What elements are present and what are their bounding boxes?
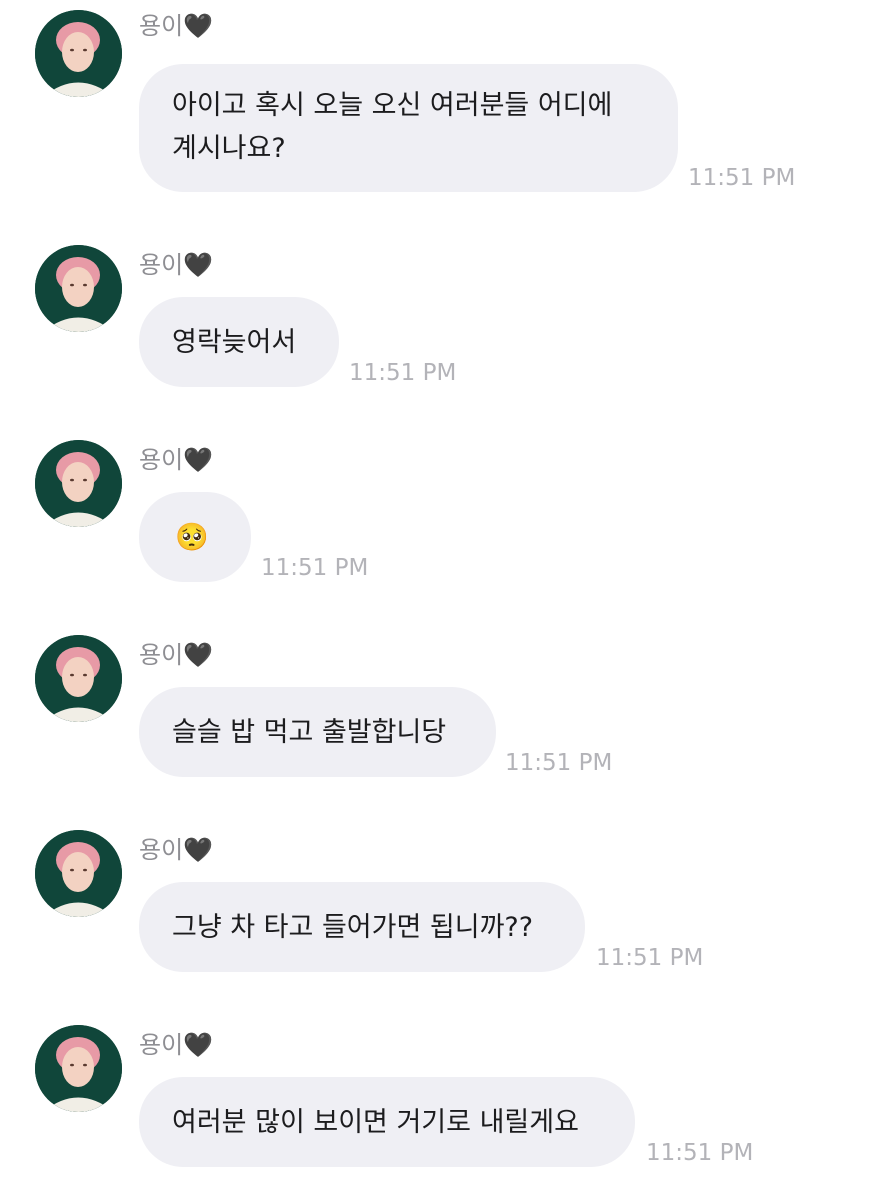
message-timestamp: 11:51 PM bbox=[688, 165, 796, 191]
avatar[interactable] bbox=[35, 440, 122, 527]
message-item: 용이🖤 영락늦어서 11:51 PM bbox=[0, 245, 871, 395]
sender-label: 용이🖤 bbox=[139, 836, 214, 864]
sender-name: 용이🖤 bbox=[139, 834, 213, 866]
sender-name: 용이🖤 bbox=[139, 1029, 213, 1061]
message-bubble[interactable]: 여러분 많이 보이면 거기로 내릴게요 bbox=[139, 1077, 635, 1167]
avatar[interactable] bbox=[35, 10, 122, 97]
message-timestamp: 11:51 PM bbox=[505, 750, 613, 776]
message-item: 용이🖤 🥺 11:51 PM bbox=[0, 440, 871, 590]
sender-label: 용이🖤 bbox=[139, 251, 214, 279]
message-item: 용이🖤 아이고 혹시 오늘 오신 여러분들 어디에 계시나요? 11:51 PM bbox=[0, 10, 871, 210]
message-bubble[interactable]: 영락늦어서 bbox=[139, 297, 339, 387]
avatar[interactable] bbox=[35, 830, 122, 917]
avatar[interactable] bbox=[35, 245, 122, 332]
sender-name: 용이🖤 bbox=[139, 444, 213, 476]
message-item: 용이🖤 여러분 많이 보이면 거기로 내릴게요 11:51 PM bbox=[0, 1025, 871, 1175]
sender-label: 용이🖤 bbox=[139, 446, 214, 474]
message-bubble[interactable]: 아이고 혹시 오늘 오신 여러분들 어디에 계시나요? bbox=[139, 64, 678, 192]
message-bubble[interactable]: 슬슬 밥 먹고 출발합니당 bbox=[139, 687, 496, 777]
sender-label: 용이🖤 bbox=[139, 12, 214, 40]
avatar[interactable] bbox=[35, 635, 122, 722]
message-timestamp: 11:51 PM bbox=[349, 360, 457, 386]
sender-name: 용이🖤 bbox=[139, 249, 213, 281]
message-timestamp: 11:51 PM bbox=[646, 1140, 754, 1166]
sender-name: 용이🖤 bbox=[139, 639, 213, 671]
message-bubble[interactable]: 🥺 bbox=[139, 492, 251, 582]
sender-label: 용이🖤 bbox=[139, 641, 214, 669]
message-timestamp: 11:51 PM bbox=[596, 945, 704, 971]
sender-name: 용이🖤 bbox=[139, 10, 213, 42]
sender-label: 용이🖤 bbox=[139, 1031, 214, 1059]
message-timestamp: 11:51 PM bbox=[261, 555, 369, 581]
message-bubble[interactable]: 그냥 차 타고 들어가면 됩니까?? bbox=[139, 882, 585, 972]
message-item: 용이🖤 그냥 차 타고 들어가면 됩니까?? 11:51 PM bbox=[0, 830, 871, 980]
avatar[interactable] bbox=[35, 1025, 122, 1112]
message-item: 용이🖤 슬슬 밥 먹고 출발합니당 11:51 PM bbox=[0, 635, 871, 785]
